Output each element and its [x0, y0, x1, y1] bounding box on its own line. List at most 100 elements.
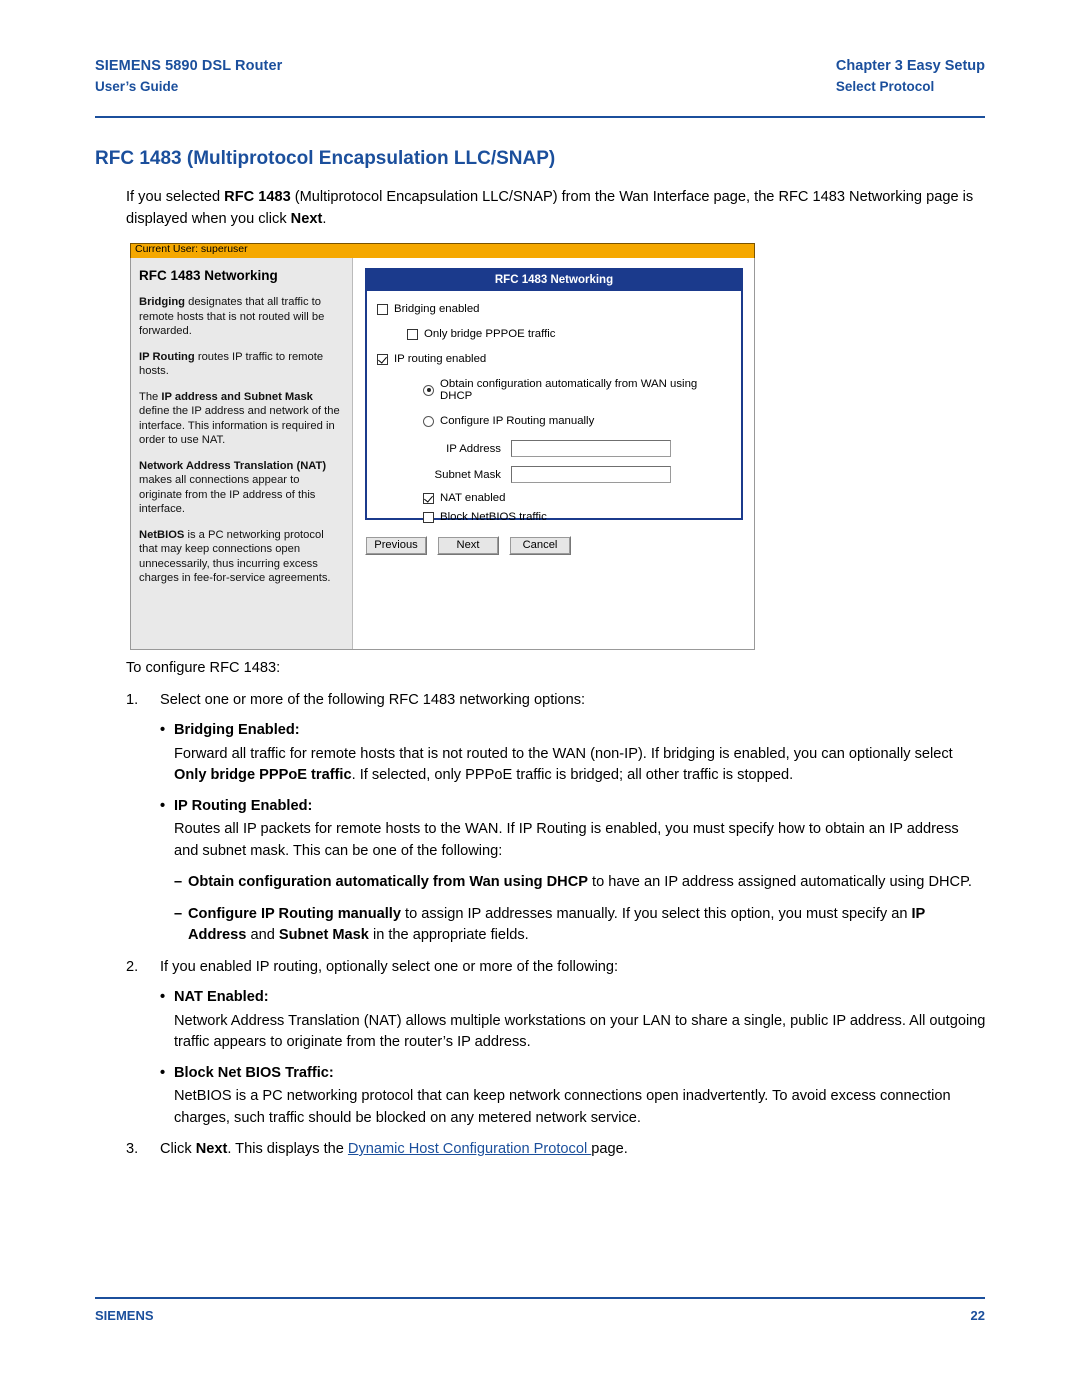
bridging-enabled-checkbox[interactable]: [377, 303, 388, 315]
subnet-mask-input[interactable]: [511, 466, 671, 483]
app-body: RFC 1483 Networking Bridging designates …: [130, 258, 755, 650]
chapter-name: Chapter 3 Easy Setup: [835, 58, 985, 74]
step-2-number: 2.: [126, 958, 139, 975]
intro-paragraph: If you selected RFC 1483 (Multiprotocol …: [126, 186, 986, 230]
to-configure-line: To configure RFC 1483:: [126, 660, 281, 676]
only-bridge-pppoe-checkbox[interactable]: [407, 328, 418, 340]
nat-enabled-checkbox[interactable]: [423, 492, 434, 504]
intro-bold1: RFC 1483: [224, 189, 291, 205]
bullet-netbios-label: Block Net BIOS Traffic:: [174, 1064, 334, 1081]
step-1-text: Select one or more of the following RFC …: [160, 691, 586, 708]
only-bridge-pppoe-row[interactable]: Only bridge PPPOE traffic: [407, 328, 731, 340]
dash-marker: –: [174, 874, 183, 890]
app-titlebar: Current User: superuser: [130, 243, 755, 258]
ip-routing-enabled-row[interactable]: IP routing enabled: [377, 353, 731, 365]
step-3-text: Click Next. This displays the Dynamic Ho…: [160, 1139, 986, 1161]
bridging-text-1: Forward all traffic for remote hosts tha…: [174, 745, 953, 762]
product-name: SIEMENS 5890 DSL Router: [95, 58, 283, 74]
ip-address-label: IP Address: [446, 442, 501, 455]
previous-button[interactable]: Previous: [365, 536, 427, 555]
step-2-text: If you enabled IP routing, optionally se…: [160, 958, 619, 975]
step-3-number: 3.: [126, 1141, 139, 1157]
dash-manual-rest3: in the appropriate fields.: [368, 927, 529, 943]
help-term: IP Routing: [139, 350, 195, 363]
page-header: SIEMENS 5890 DSL Router User’s Guide Cha…: [95, 58, 985, 94]
step-2: 2. If you enabled IP routing, optionally…: [126, 957, 986, 979]
block-netbios-checkbox[interactable]: [423, 511, 434, 523]
bullet-marker: •: [160, 989, 166, 1005]
only-bridge-pppoe-label: Only bridge PPPOE traffic: [424, 328, 556, 340]
dash-manual-bold: Configure IP Routing manually: [188, 905, 401, 922]
bullet-block-netbios: • Block Net BIOS Traffic:: [160, 1063, 986, 1085]
panel-title: RFC 1483 Networking: [367, 270, 741, 291]
bullet-iprouting-label: IP Routing Enabled:: [174, 797, 313, 814]
ip-routing-enabled-label: IP routing enabled: [394, 353, 487, 365]
obtain-config-dhcp-radio[interactable]: [423, 384, 434, 396]
nat-enabled-row[interactable]: NAT enabled: [423, 492, 731, 504]
bridging-bold: Only bridge PPPoE traffic: [174, 767, 352, 783]
dash-item-dhcp: – Obtain configuration automatically fro…: [174, 872, 986, 894]
help-paragraph: Bridging designates that all traffic to …: [139, 295, 344, 339]
subnet-mask-label: Subnet Mask: [434, 468, 501, 481]
help-text: define the IP address and network of the…: [139, 405, 340, 446]
help-paragraph: Network Address Translation (NAT) makes …: [139, 459, 344, 517]
ip-routing-enabled-checkbox[interactable]: [377, 353, 388, 365]
step-3-post: page.: [591, 1141, 628, 1157]
help-paragraph: The IP address and Subnet Mask define th…: [139, 390, 344, 448]
intro-bold2: Next: [290, 211, 323, 227]
section-name: Select Protocol: [835, 79, 935, 94]
bridging-enabled-label: Bridging enabled: [394, 303, 480, 315]
block-netbios-row[interactable]: Block NetBIOS traffic: [423, 511, 731, 523]
rfc1483-panel: RFC 1483 Networking Bridging enabled Onl…: [365, 268, 743, 523]
header-left: SIEMENS 5890 DSL Router User’s Guide: [95, 58, 282, 94]
cancel-button[interactable]: Cancel: [509, 536, 571, 555]
help-pretext: The: [139, 390, 162, 403]
next-button[interactable]: Next: [437, 536, 499, 555]
form-buttons: Previous Next Cancel: [365, 536, 746, 555]
bullet-netbios-body: NetBIOS is a PC networking protocol that…: [174, 1088, 951, 1126]
help-heading: RFC 1483 Networking: [139, 268, 278, 283]
panel-body: Bridging enabled Only bridge PPPOE traff…: [367, 291, 741, 523]
bullet-marker: •: [160, 722, 166, 738]
help-paragraph: NetBIOS is a PC networking protocol that…: [139, 528, 344, 586]
ip-address-field-row: IP Address: [423, 440, 731, 457]
bridging-enabled-row[interactable]: Bridging enabled: [377, 303, 731, 315]
step-3-pre: Click: [160, 1141, 196, 1157]
page-number: 22: [970, 1308, 985, 1323]
dhcp-link[interactable]: Dynamic Host Configuration Protocol: [348, 1141, 591, 1157]
bullet-ip-routing-enabled: • IP Routing Enabled:: [160, 796, 986, 818]
dash-dhcp-rest: to have an IP address assigned automatic…: [588, 874, 972, 890]
bullet-nat-label: NAT Enabled:: [174, 989, 269, 1005]
dash-dhcp-text: Obtain configuration automatically from …: [188, 872, 986, 894]
step-3-bold: Next: [195, 1141, 228, 1157]
ip-address-input[interactable]: [511, 440, 671, 457]
dash-dhcp-bold: Obtain configuration automatically from …: [188, 874, 588, 890]
help-text: makes all connections appear to originat…: [139, 474, 316, 515]
page-footer: SIEMENS 22: [95, 1308, 985, 1323]
subnet-mask-field-row: Subnet Mask: [423, 466, 731, 483]
obtain-config-dhcp-row[interactable]: Obtain configuration automatically from …: [423, 378, 731, 402]
page-title: RFC 1483 (Multiprotocol Encapsulation LL…: [95, 148, 556, 169]
configure-manually-label: Configure IP Routing manually: [440, 415, 595, 427]
help-paragraph: IP Routing routes IP traffic to remote h…: [139, 350, 344, 379]
instructions: To configure RFC 1483: 1. Select one or …: [126, 658, 986, 1161]
bullet-marker: •: [160, 1064, 166, 1081]
footer-brand: SIEMENS: [95, 1308, 154, 1323]
form-area: RFC 1483 Networking Bridging enabled Onl…: [353, 258, 754, 649]
configure-manually-row[interactable]: Configure IP Routing manually: [423, 415, 731, 427]
guide-name: User’s Guide: [95, 79, 179, 94]
configure-manually-radio[interactable]: [423, 415, 434, 427]
help-term: NetBIOS: [139, 528, 185, 541]
help-term: Network Address Translation (NAT): [139, 459, 327, 472]
intro-part4: .: [322, 211, 327, 227]
dash-manual-rest1: to assign IP addresses manually. If you …: [400, 905, 912, 922]
current-user-label: Current User: superuser: [135, 243, 248, 255]
router-ui-screenshot: Current User: superuser RFC 1483 Network…: [130, 243, 755, 650]
intro-part1: If you selected: [126, 189, 225, 205]
dash-manual-bold3: Subnet Mask: [278, 927, 369, 943]
step-1-number: 1.: [126, 691, 139, 708]
document-page: SIEMENS 5890 DSL Router User’s Guide Cha…: [0, 0, 1080, 1397]
bullet-bridging-enabled: • Bridging Enabled:: [160, 720, 986, 742]
step-1: 1. Select one or more of the following R…: [126, 690, 986, 712]
dash-marker: –: [174, 905, 183, 922]
